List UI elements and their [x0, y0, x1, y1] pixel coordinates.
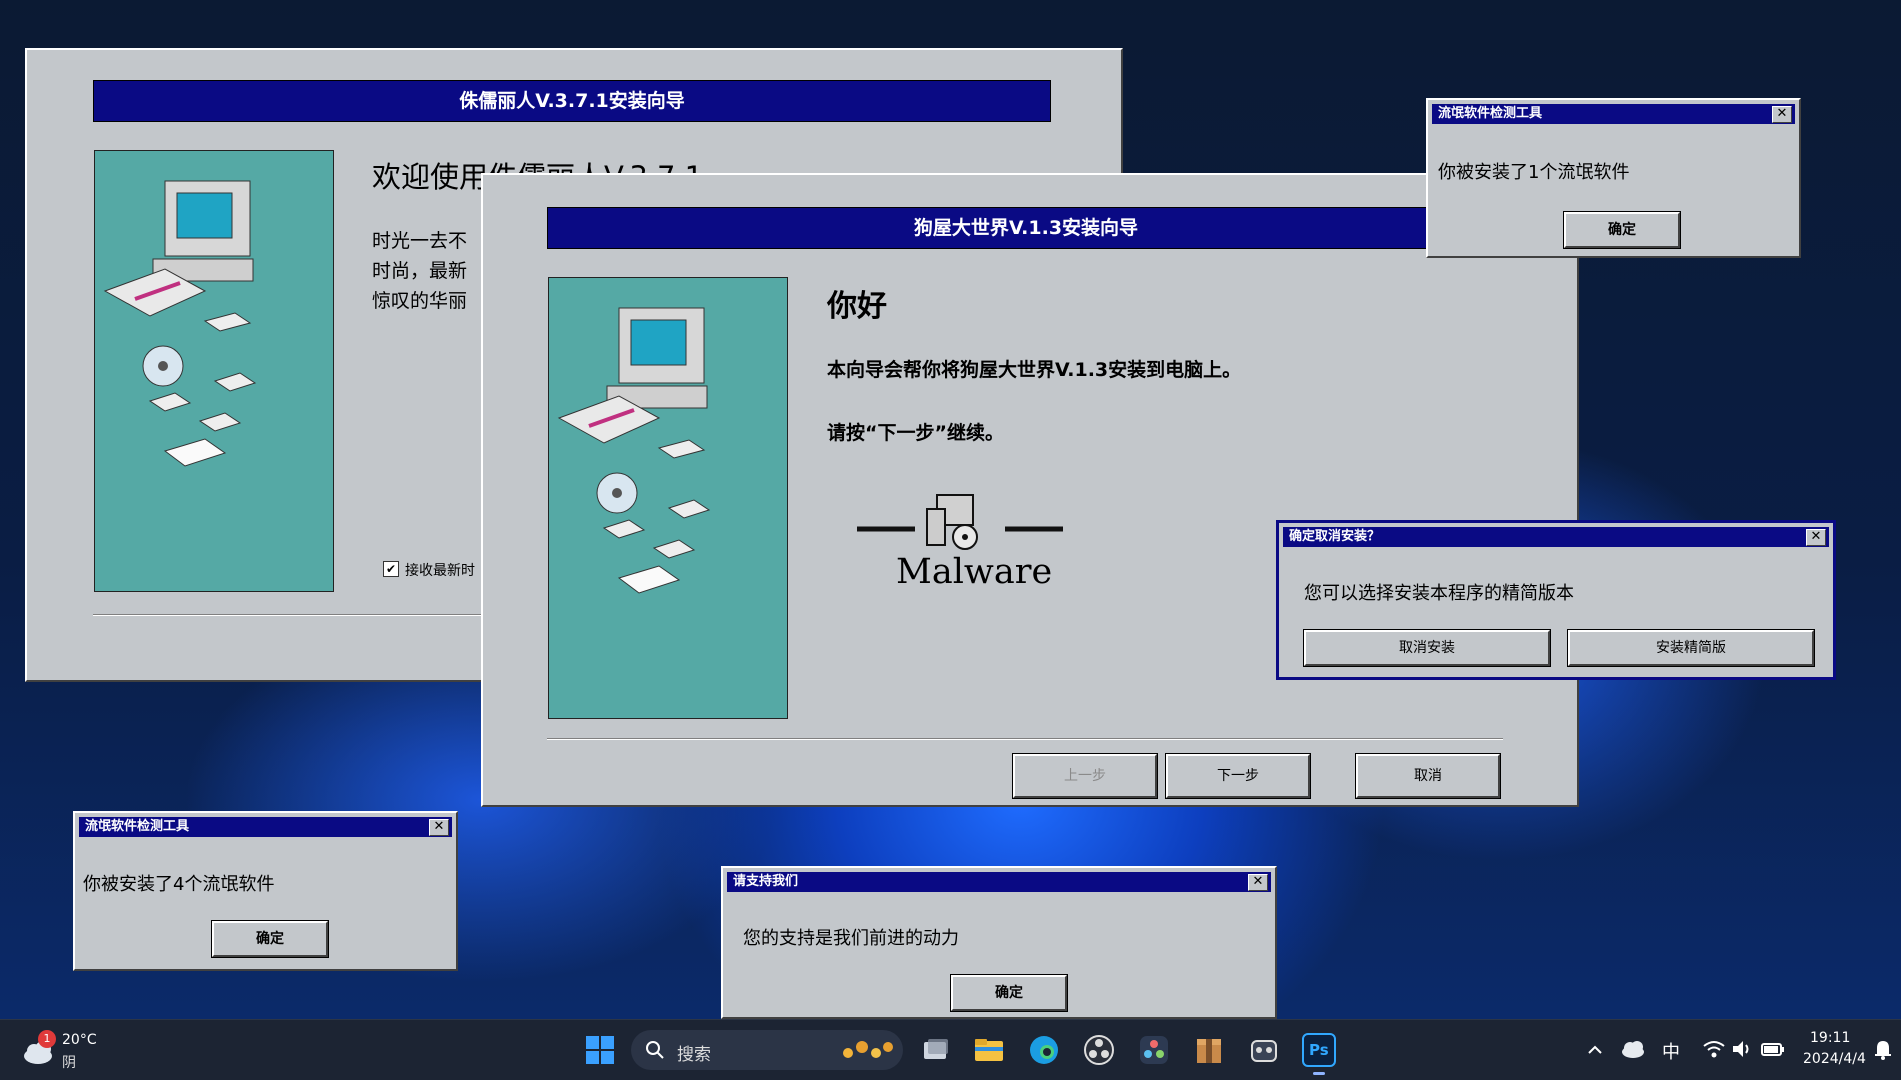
volume-icon[interactable]: [1730, 1038, 1752, 1060]
malware-logo-icon: [857, 494, 1063, 550]
close-icon[interactable]: ✕: [1248, 874, 1268, 891]
ok-button[interactable]: 确定: [211, 920, 329, 958]
installer2-separator: [547, 738, 1503, 740]
active-app-indicator: [1313, 1072, 1325, 1075]
battery-icon[interactable]: [1760, 1038, 1786, 1060]
installer2-art-panel: [548, 277, 788, 719]
close-icon[interactable]: ✕: [429, 819, 449, 836]
clock-time[interactable]: 19:11: [1810, 1030, 1850, 1046]
back-button[interactable]: 上一步: [1012, 753, 1158, 799]
installer2-banner: 狗屋大世界V.1.3安装向导: [547, 207, 1505, 249]
installer2-line-2: 请按“下一步”继续。: [827, 422, 1004, 444]
file-explorer-icon[interactable]: [972, 1033, 1006, 1067]
dialog-title-bar: 流氓软件检测工具 ✕: [79, 817, 452, 837]
dialog-title-bar: 确定取消安装？ ✕: [1283, 527, 1829, 547]
obs-icon[interactable]: [1082, 1033, 1116, 1067]
dialog-message: 你被安装了1个流氓软件: [1438, 162, 1630, 183]
chevron-up-icon[interactable]: [1585, 1040, 1605, 1060]
next-button[interactable]: 下一步: [1165, 753, 1311, 799]
dialog-message: 您可以选择安装本程序的精简版本: [1304, 583, 1574, 604]
clock-date[interactable]: 2024/4/4: [1803, 1051, 1866, 1067]
ok-button[interactable]: 确定: [950, 974, 1068, 1012]
photoshop-icon[interactable]: Ps: [1302, 1033, 1336, 1067]
close-icon[interactable]: ✕: [1806, 529, 1826, 546]
close-icon[interactable]: ✕: [1772, 106, 1792, 123]
installer1-checkbox-label: 接收最新时: [405, 563, 475, 579]
photoshop-label: Ps: [1309, 1041, 1329, 1059]
notification-bell-icon[interactable]: [1873, 1038, 1893, 1060]
rogue-detector-dialog-left: 流氓软件检测工具 ✕ 你被安装了4个流氓软件 确定: [73, 811, 458, 971]
cancel-button[interactable]: 取消: [1355, 753, 1501, 799]
dialog-title-bar: 流氓软件检测工具 ✕: [1432, 104, 1795, 124]
search-box[interactable]: 搜索: [631, 1030, 903, 1070]
onedrive-icon[interactable]: [1620, 1038, 1646, 1060]
edge-browser-icon[interactable]: [1027, 1033, 1061, 1067]
weather-widget[interactable]: 1 20°C 阴: [20, 1028, 110, 1072]
install-lite-button[interactable]: 安装精简版: [1567, 629, 1815, 667]
dialog-title: 流氓软件检测工具: [1438, 106, 1543, 121]
weather-temp: 20°C: [62, 1032, 97, 1048]
installer2-line-1: 本向导会帮你将狗屋大世界V.1.3安装到电脑上。: [827, 359, 1242, 381]
search-placeholder: 搜索: [677, 1045, 711, 1065]
support-us-dialog: 请支持我们 ✕ 您的支持是我们前进的动力 确定: [721, 866, 1277, 1019]
robot-app-icon[interactable]: [1247, 1033, 1281, 1067]
davinci-resolve-icon[interactable]: [1137, 1033, 1171, 1067]
installer1-checkbox[interactable]: ✔: [383, 561, 399, 577]
computer-setup-illustration-icon: [103, 180, 257, 467]
weather-desc: 阴: [62, 1055, 76, 1071]
installer-window-doghouse: 狗屋大世界V.1.3安装向导 你好 本向导会帮你将狗屋大世界V.1.3安装到电脑…: [481, 173, 1579, 807]
ok-button[interactable]: 确定: [1563, 211, 1681, 249]
installer1-line-1: 时光一去不: [372, 230, 468, 252]
dialog-title: 请支持我们: [733, 874, 799, 889]
weather-badge: 1: [38, 1030, 56, 1048]
installer1-art-panel: [94, 150, 334, 592]
search-icon: [646, 1041, 664, 1059]
dialog-message: 您的支持是我们前进的动力: [743, 928, 959, 949]
start-button[interactable]: [583, 1033, 617, 1067]
windows-logo-icon: [586, 1036, 614, 1064]
cancel-install-button[interactable]: 取消安装: [1303, 629, 1551, 667]
installer1-banner: 侏儒丽人V.3.7.1安装向导: [93, 80, 1051, 122]
computer-setup-illustration-icon: [557, 307, 711, 594]
wifi-icon[interactable]: [1702, 1038, 1726, 1060]
installer1-line-2: 时尚，最新: [372, 260, 468, 282]
ime-indicator[interactable]: 中: [1662, 1038, 1680, 1064]
task-view-icon[interactable]: [918, 1033, 952, 1067]
rogue-detector-dialog-top: 流氓软件检测工具 ✕ 你被安装了1个流氓软件 确定: [1426, 98, 1801, 258]
malware-logo-text: Malware: [896, 552, 1053, 592]
search-highlight-icon: [843, 1041, 893, 1058]
dialog-title: 确定取消安装？: [1289, 529, 1381, 544]
dialog-message: 你被安装了4个流氓软件: [83, 874, 275, 895]
taskbar: 1 20°C 阴 搜索 Ps 中 19:11 2024/4/4: [0, 1019, 1901, 1080]
confirm-cancel-dialog: 确定取消安装？ ✕ 您可以选择安装本程序的精简版本 取消安装 安装精简版: [1276, 520, 1836, 680]
dialog-title: 流氓软件检测工具: [85, 819, 190, 834]
package-app-icon[interactable]: [1192, 1033, 1226, 1067]
dialog-title-bar: 请支持我们 ✕: [727, 872, 1271, 892]
installer1-line-3: 惊叹的华丽: [372, 290, 468, 312]
installer2-heading: 你好: [827, 289, 887, 324]
